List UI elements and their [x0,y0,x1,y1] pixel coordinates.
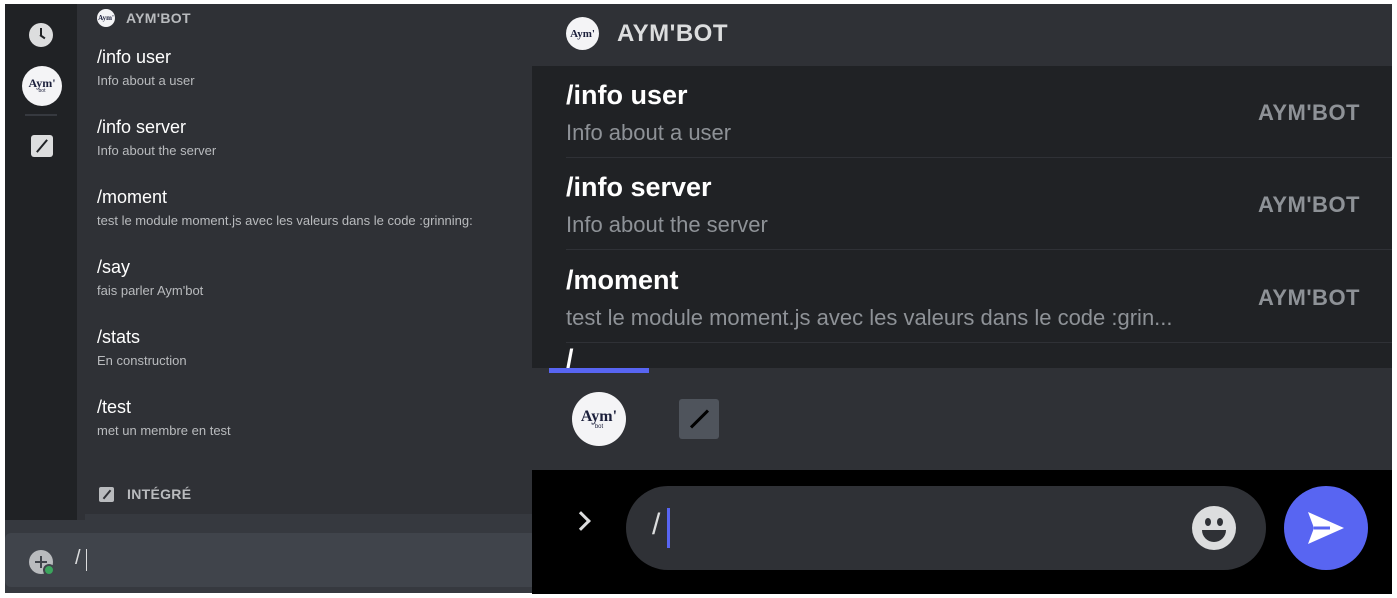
command-name-peek: / [566,344,574,368]
header-title: AYM'BOT [617,20,728,47]
avatar-subtext: bot [38,88,46,94]
desktop-client: Aym' bot Aym' AYM'BOT /info user Info ab… [5,4,532,593]
slash-command-icon[interactable] [679,399,719,439]
message-input-box[interactable]: / [5,533,532,587]
emoji-icon[interactable] [1192,506,1236,550]
message-input[interactable]: / [652,508,660,542]
bot-tab-avatar[interactable]: Aym' bot [572,392,626,446]
divider [25,114,57,116]
command-name: /info server [566,172,712,202]
message-input-box[interactable]: / [626,486,1266,570]
command-description: test le module moment.js avec les valeur… [97,213,473,228]
command-source: AYM'BOT [1257,285,1360,310]
section-header: Aym' AYM'BOT [97,8,191,28]
command-source: AYM'BOT [1257,100,1360,125]
avatar-subtext: bot [594,423,604,430]
text-cursor [86,549,87,571]
command-item[interactable]: /moment test le module moment.js avec le… [566,251,1392,343]
active-tab-indicator [549,368,649,373]
bot-avatar: Aym' [566,17,599,50]
command-item[interactable]: /moment test le module moment.js avec le… [97,186,473,229]
command-list: /info user Info about a user AYM'BOT /in… [532,66,1392,368]
command-source-tabs: Aym' bot [532,368,1392,470]
command-item[interactable]: /stats En construction [97,326,187,369]
command-name: /stats [97,327,141,347]
command-item[interactable]: /info server Info about the server [97,116,216,159]
command-description: Info about the server [566,212,768,237]
slash-command-icon [99,486,114,502]
message-composer: / [532,470,1392,594]
command-description: Info about the server [97,143,217,158]
chevron-right-icon[interactable] [571,511,591,531]
command-description: Info about a user [97,73,195,88]
text-cursor [667,508,670,548]
bot-mini-avatar: Aym' [97,9,115,27]
command-name: /say [97,257,131,277]
message-composer: / [5,520,532,593]
autocomplete-header: Aym' AYM'BOT [532,4,1392,66]
command-name: /moment [566,265,679,295]
command-name: /test [97,397,132,417]
bot-avatar[interactable]: Aym' bot [22,66,62,106]
slash-command-icon[interactable] [31,135,53,157]
command-name: /info server [97,117,187,137]
message-input[interactable]: / [75,547,81,570]
mobile-client: Aym' AYM'BOT /info user Info about a use… [532,4,1392,594]
send-button[interactable] [1284,486,1368,570]
command-description: Info about a user [566,120,732,145]
command-item[interactable]: /test met un membre en test [97,396,231,439]
builtin-section-header: INTÉGRÉ [99,486,191,502]
command-description: En construction [97,353,187,368]
clock-icon[interactable] [29,23,53,47]
command-item[interactable]: /info user Info about a user [97,46,195,89]
avatar-text: Aym' [580,407,618,425]
activity-badge-icon [43,564,55,576]
command-name: /info user [566,80,688,110]
command-description: fais parler Aym'bot [97,283,204,298]
command-source: AYM'BOT [1257,192,1360,217]
command-name: /info user [97,47,172,67]
command-item[interactable]: /info user Info about a user AYM'BOT [566,66,1392,158]
command-description: test le module moment.js avec les valeur… [566,305,1173,330]
command-description: met un membre en test [97,423,231,438]
command-list: Aym' AYM'BOT /info user Info about a use… [77,4,532,520]
command-item[interactable]: /say fais parler Aym'bot [97,256,203,299]
command-item[interactable]: /info server Info about the server AYM'B… [566,158,1392,250]
section-title: AYM'BOT [126,10,191,26]
send-icon [1308,512,1344,544]
builtin-section-title: INTÉGRÉ [127,486,192,502]
command-name: /moment [97,187,168,207]
command-category-rail: Aym' bot [5,4,77,520]
